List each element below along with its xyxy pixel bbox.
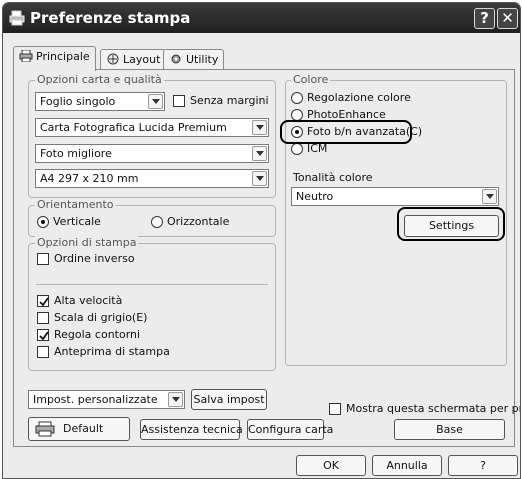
- close-button[interactable]: ✕: [497, 8, 518, 29]
- layout-icon: [107, 53, 119, 65]
- help-title-button[interactable]: ?: [474, 8, 495, 29]
- paper-quality-legend: Opzioni carta e qualità: [35, 73, 164, 86]
- highlight-advanced-bw: [280, 120, 412, 144]
- configure-paper-button[interactable]: Configura carta: [247, 419, 333, 440]
- high-speed-label: Alta velocità: [54, 294, 123, 307]
- title-bar: Preferenze stampa ? ✕: [3, 3, 520, 33]
- borderless-label: Senza margini: [190, 94, 269, 107]
- reverse-order-label: Ordine inverso: [54, 252, 135, 265]
- printer-icon: [9, 10, 25, 26]
- tab-principale[interactable]: Principale: [13, 46, 96, 71]
- icm-radio[interactable]: [291, 143, 303, 155]
- paper-source-value: Foglio singolo: [40, 95, 116, 108]
- paper-size-value: A4 297 x 210 mm: [40, 172, 139, 185]
- orientation-legend: Orientamento: [35, 198, 116, 211]
- ok-button[interactable]: OK: [296, 455, 366, 476]
- grayscale-checkbox[interactable]: [37, 312, 49, 324]
- paper-size-select[interactable]: A4 297 x 210 mm: [35, 169, 269, 188]
- save-settings-button[interactable]: Salva impost: [191, 389, 267, 410]
- tab-label: Layout: [123, 53, 161, 66]
- base-button[interactable]: Base: [394, 419, 505, 440]
- print-preferences-window: Preferenze stampa ? ✕ Principale Layout …: [2, 2, 521, 479]
- tab-label: Utility: [186, 53, 219, 66]
- chevron-down-icon: [148, 94, 163, 109]
- highlight-settings: [397, 207, 505, 241]
- portrait-radio[interactable]: [37, 216, 49, 228]
- print-preview-label: Anteprima di stampa: [54, 345, 170, 358]
- color-legend: Colore: [291, 73, 331, 86]
- printer-tab-icon: [19, 50, 33, 62]
- tab-panel-principale: Opzioni carta e qualità Foglio singolo S…: [13, 69, 520, 447]
- reverse-order-checkbox[interactable]: [37, 253, 49, 265]
- chevron-down-icon: [252, 146, 267, 161]
- print-preview-checkbox[interactable]: [37, 346, 49, 358]
- window-title: Preferenze stampa: [30, 9, 191, 27]
- color-adjust-radio[interactable]: [291, 92, 303, 104]
- borderless-checkbox[interactable]: [173, 95, 185, 107]
- chevron-down-icon: [252, 171, 267, 186]
- high-speed-checkbox[interactable]: [37, 295, 49, 307]
- edge-smoothing-checkbox[interactable]: [37, 329, 49, 341]
- grayscale-label: Scala di grigio(E): [54, 311, 148, 324]
- show-first-checkbox[interactable]: [329, 403, 341, 415]
- print-options-legend: Opzioni di stampa: [35, 236, 139, 249]
- chevron-down-icon: [168, 392, 183, 407]
- tab-utility[interactable]: Utility: [163, 49, 225, 70]
- help-button[interactable]: ?: [448, 455, 518, 476]
- quality-select[interactable]: Foto migliore: [35, 144, 269, 163]
- edge-smoothing-label: Regola contorni: [54, 328, 141, 341]
- checkmark-icon: [39, 331, 49, 341]
- tech-support-button[interactable]: Assistenza tecnica: [140, 419, 243, 440]
- options-divider: [36, 284, 268, 285]
- paper-type-value: Carta Fotografica Lucida Premium: [40, 121, 227, 134]
- chevron-down-icon: [482, 189, 497, 204]
- color-tone-label: Tonalità colore: [293, 171, 373, 184]
- landscape-label: Orizzontale: [167, 215, 230, 228]
- custom-settings-select[interactable]: Impost. personalizzate: [28, 390, 185, 409]
- default-button[interactable]: Default: [28, 417, 130, 441]
- quality-value: Foto migliore: [40, 147, 112, 160]
- tab-label: Principale: [36, 50, 90, 63]
- paper-source-select[interactable]: Foglio singolo: [35, 92, 165, 111]
- color-adjust-label: Regolazione colore: [307, 91, 411, 104]
- paper-type-select[interactable]: Carta Fotografica Lucida Premium: [35, 118, 269, 137]
- checkmark-icon: [39, 297, 49, 307]
- portrait-label: Verticale: [53, 215, 101, 228]
- default-button-label: Default: [63, 422, 104, 435]
- chevron-down-icon: [252, 120, 267, 135]
- tab-layout[interactable]: Layout: [100, 49, 167, 70]
- show-first-label: Mostra questa schermata per prima: [346, 402, 520, 415]
- custom-settings-value: Impost. personalizzate: [33, 393, 158, 406]
- color-tone-select[interactable]: Neutro: [291, 187, 499, 206]
- default-printer-icon: [35, 421, 55, 437]
- color-tone-value: Neutro: [296, 190, 334, 203]
- utility-icon: [171, 54, 181, 64]
- landscape-radio[interactable]: [151, 216, 163, 228]
- cancel-button[interactable]: Annulla: [372, 455, 442, 476]
